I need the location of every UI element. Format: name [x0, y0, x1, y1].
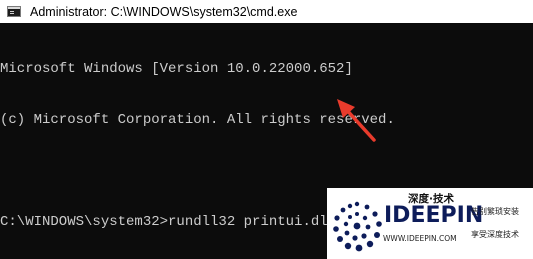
cmd-window: Administrator: C:\WINDOWS\system32\cmd.e…	[0, 0, 533, 259]
cmd-window-icon[interactable]	[7, 6, 21, 17]
console-line-copyright: (c) Microsoft Corporation. All rights re…	[0, 112, 395, 128]
title-bar[interactable]: Administrator: C:\WINDOWS\system32\cmd.e…	[0, 0, 533, 23]
window-title: Administrator: C:\WINDOWS\system32\cmd.e…	[30, 4, 298, 19]
watermark-url: WWW.IDEEPIN.COM	[383, 234, 457, 243]
ideepin-logo-icon	[333, 201, 382, 252]
console-line-version: Microsoft Windows [Version 10.0.22000.65…	[0, 61, 353, 77]
watermark: 深度·技术 IDEEPIN WWW.IDEEPIN.COM 告别繁琐安装 享受深…	[327, 188, 533, 259]
watermark-brand: IDEEPIN	[384, 203, 484, 228]
watermark-tagline-2: 享受深度技术	[471, 230, 519, 239]
watermark-tagline-1: 告别繁琐安装	[471, 207, 519, 216]
